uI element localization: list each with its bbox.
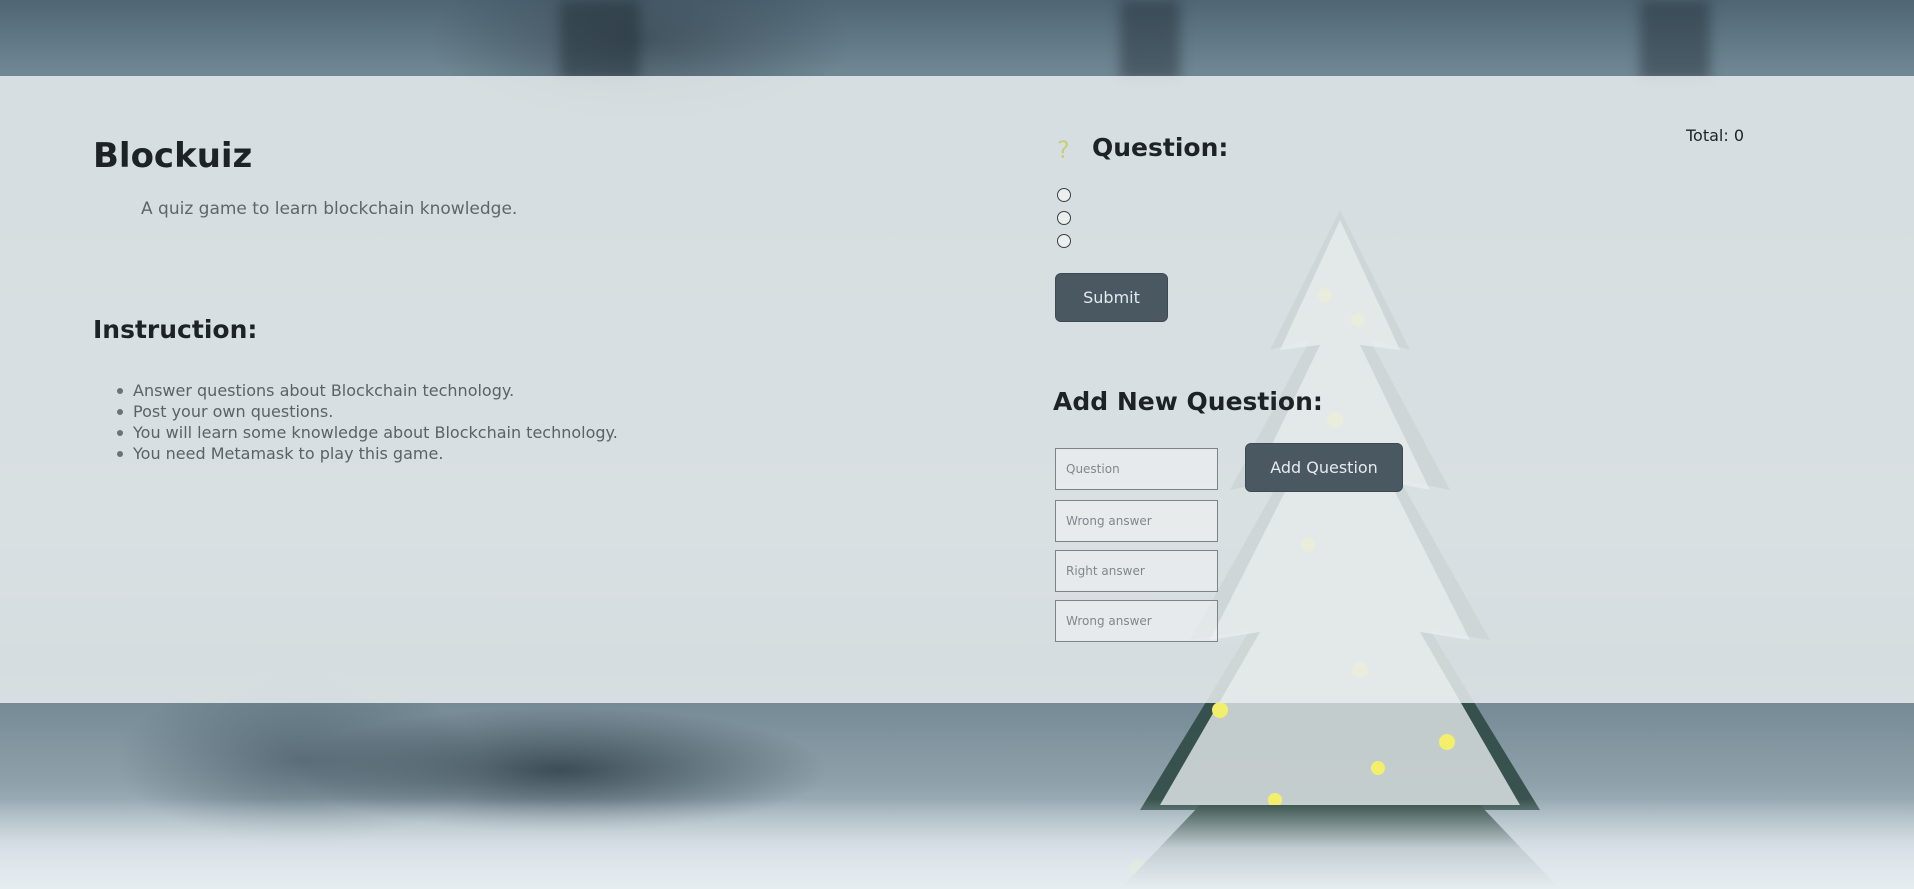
instruction-item: You need Metamask to play this game.	[117, 443, 618, 464]
question-heading: Question:	[1092, 133, 1229, 162]
wrong-answer-input-2[interactable]	[1055, 600, 1218, 642]
add-question-heading: Add New Question:	[1053, 387, 1323, 416]
wrong-answer-input-1[interactable]	[1055, 500, 1218, 542]
background-trunk	[560, 0, 640, 80]
add-question-button[interactable]: Add Question	[1245, 443, 1403, 492]
snow-ground	[0, 799, 1914, 889]
instruction-list: Answer questions about Blockchain techno…	[117, 380, 618, 464]
instruction-item: Answer questions about Blockchain techno…	[117, 380, 618, 401]
instruction-item: Post your own questions.	[117, 401, 618, 422]
page: Blockuiz A quiz game to learn blockchain…	[0, 0, 1914, 889]
answer-radio-2[interactable]	[1057, 211, 1071, 225]
app-subtitle: A quiz game to learn blockchain knowledg…	[141, 199, 518, 219]
question-input[interactable]	[1055, 448, 1218, 490]
background-trunk	[1640, 0, 1710, 80]
instruction-item: You will learn some knowledge about Bloc…	[117, 422, 618, 443]
submit-button[interactable]: Submit	[1055, 273, 1168, 322]
instruction-heading: Instruction:	[93, 315, 258, 344]
background-trunk	[1120, 0, 1180, 80]
answer-radio-3[interactable]	[1057, 234, 1071, 248]
app-title: Blockuiz	[93, 136, 253, 176]
question-icon: ?	[1057, 136, 1070, 164]
total-score: Total: 0	[1686, 126, 1745, 145]
right-answer-input[interactable]	[1055, 550, 1218, 592]
answer-radio-1[interactable]	[1057, 188, 1071, 202]
